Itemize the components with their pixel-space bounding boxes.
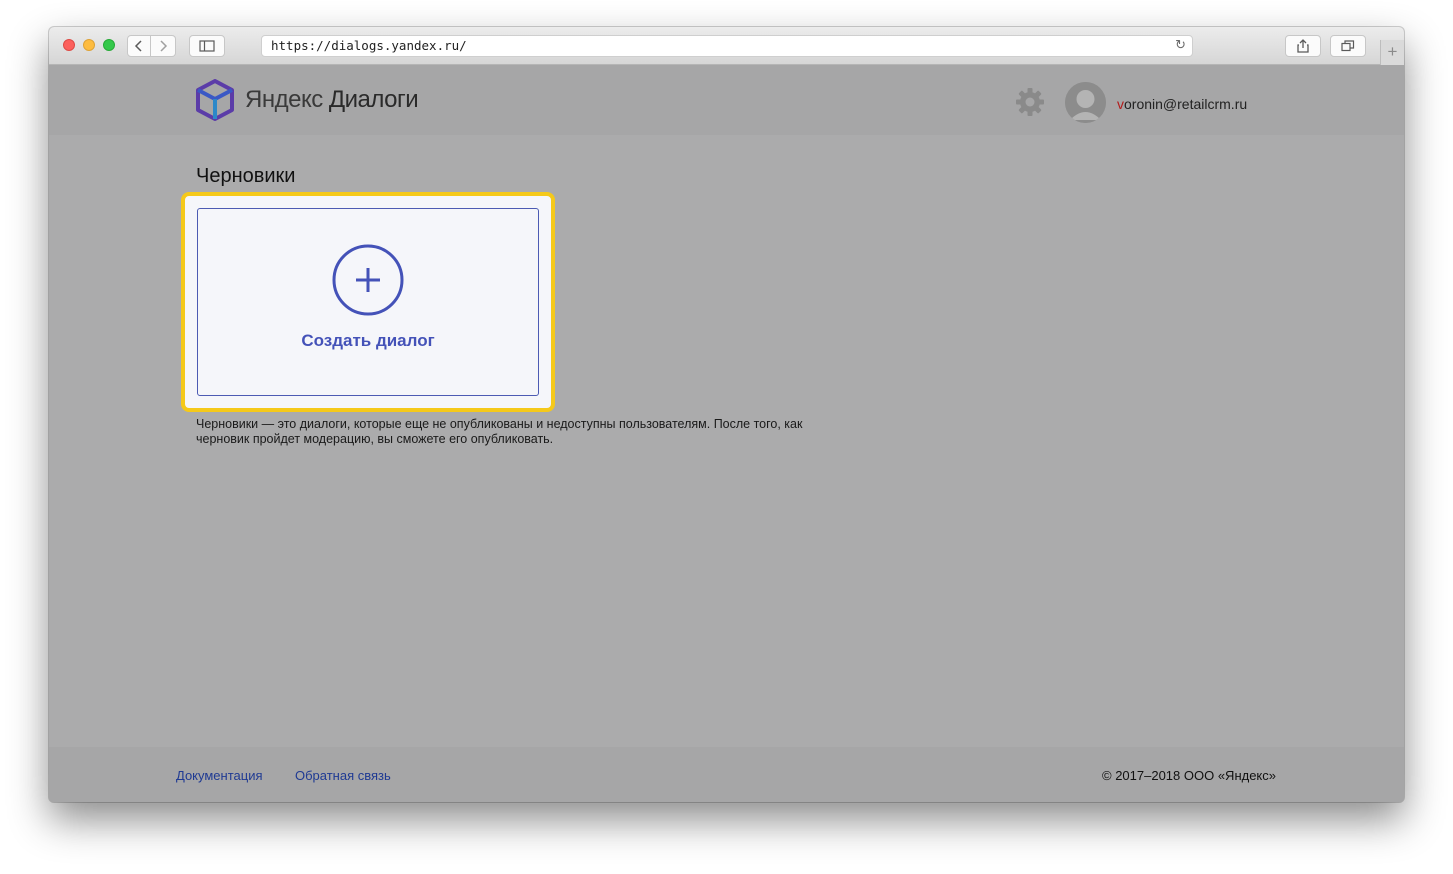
gear-icon <box>1016 88 1044 116</box>
sidebar-icon <box>199 40 215 52</box>
share-button[interactable] <box>1285 35 1321 57</box>
create-dialog-card[interactable]: Создать диалог <box>197 208 539 396</box>
chevron-right-icon <box>160 40 168 52</box>
chevron-left-icon <box>134 40 142 52</box>
new-tab-button[interactable]: + <box>1380 40 1404 66</box>
sidebar-toggle-button[interactable] <box>189 35 225 57</box>
main-content: Черновики Создать диалог Черновики — это… <box>49 135 1404 747</box>
yandex-dialogs-logo[interactable]: Яндекс Диалоги <box>195 79 419 121</box>
maximize-window-button[interactable] <box>103 39 115 51</box>
create-dialog-label: Создать диалог <box>301 331 435 350</box>
copyright: © 2017–2018 ООО «Яндекс» <box>1102 768 1276 783</box>
logo-text: Яндекс Диалоги <box>245 86 419 114</box>
site-footer: Документация Обратная связь © 2017–2018 … <box>49 747 1404 802</box>
user-email-first-letter: v <box>1117 96 1124 112</box>
site-header: Яндекс Диалоги voronin@retailcrm.ru <box>49 65 1404 135</box>
tabs-icon <box>1341 40 1355 52</box>
browser-toolbar: https://dialogs.yandex.ru/ ↻ + <box>49 27 1404 66</box>
footer-link-documentation[interactable]: Документация <box>176 768 263 783</box>
page-title: Черновики <box>196 165 296 187</box>
forward-button[interactable] <box>151 35 176 57</box>
user-email-rest: oronin@retailcrm.ru <box>1124 96 1248 112</box>
reload-icon[interactable]: ↻ <box>1175 36 1186 56</box>
show-tabs-button[interactable] <box>1330 35 1366 57</box>
plus-circle-icon <box>332 244 404 316</box>
address-bar[interactable]: https://dialogs.yandex.ru/ ↻ <box>261 35 1193 57</box>
close-window-button[interactable] <box>63 39 75 51</box>
browser-window: https://dialogs.yandex.ru/ ↻ + Яндекс Ди… <box>49 27 1404 802</box>
share-icon <box>1297 39 1309 53</box>
user-avatar-icon <box>1065 82 1106 123</box>
create-card-highlight: Создать диалог <box>181 192 555 412</box>
url-text: https://dialogs.yandex.ru/ <box>271 38 467 53</box>
logo-product: Диалоги <box>328 86 419 113</box>
footer-link-feedback[interactable]: Обратная связь <box>295 768 391 783</box>
back-button[interactable] <box>127 35 151 57</box>
cube-logo-icon <box>196 79 234 121</box>
settings-button[interactable] <box>1015 87 1045 122</box>
minimize-window-button[interactable] <box>83 39 95 51</box>
drafts-hint: Черновики — это диалоги, которые еще не … <box>196 417 803 446</box>
logo-brand: Яндекс <box>245 86 323 113</box>
avatar[interactable] <box>1065 82 1106 123</box>
user-email[interactable]: voronin@retailcrm.ru <box>1117 96 1247 112</box>
